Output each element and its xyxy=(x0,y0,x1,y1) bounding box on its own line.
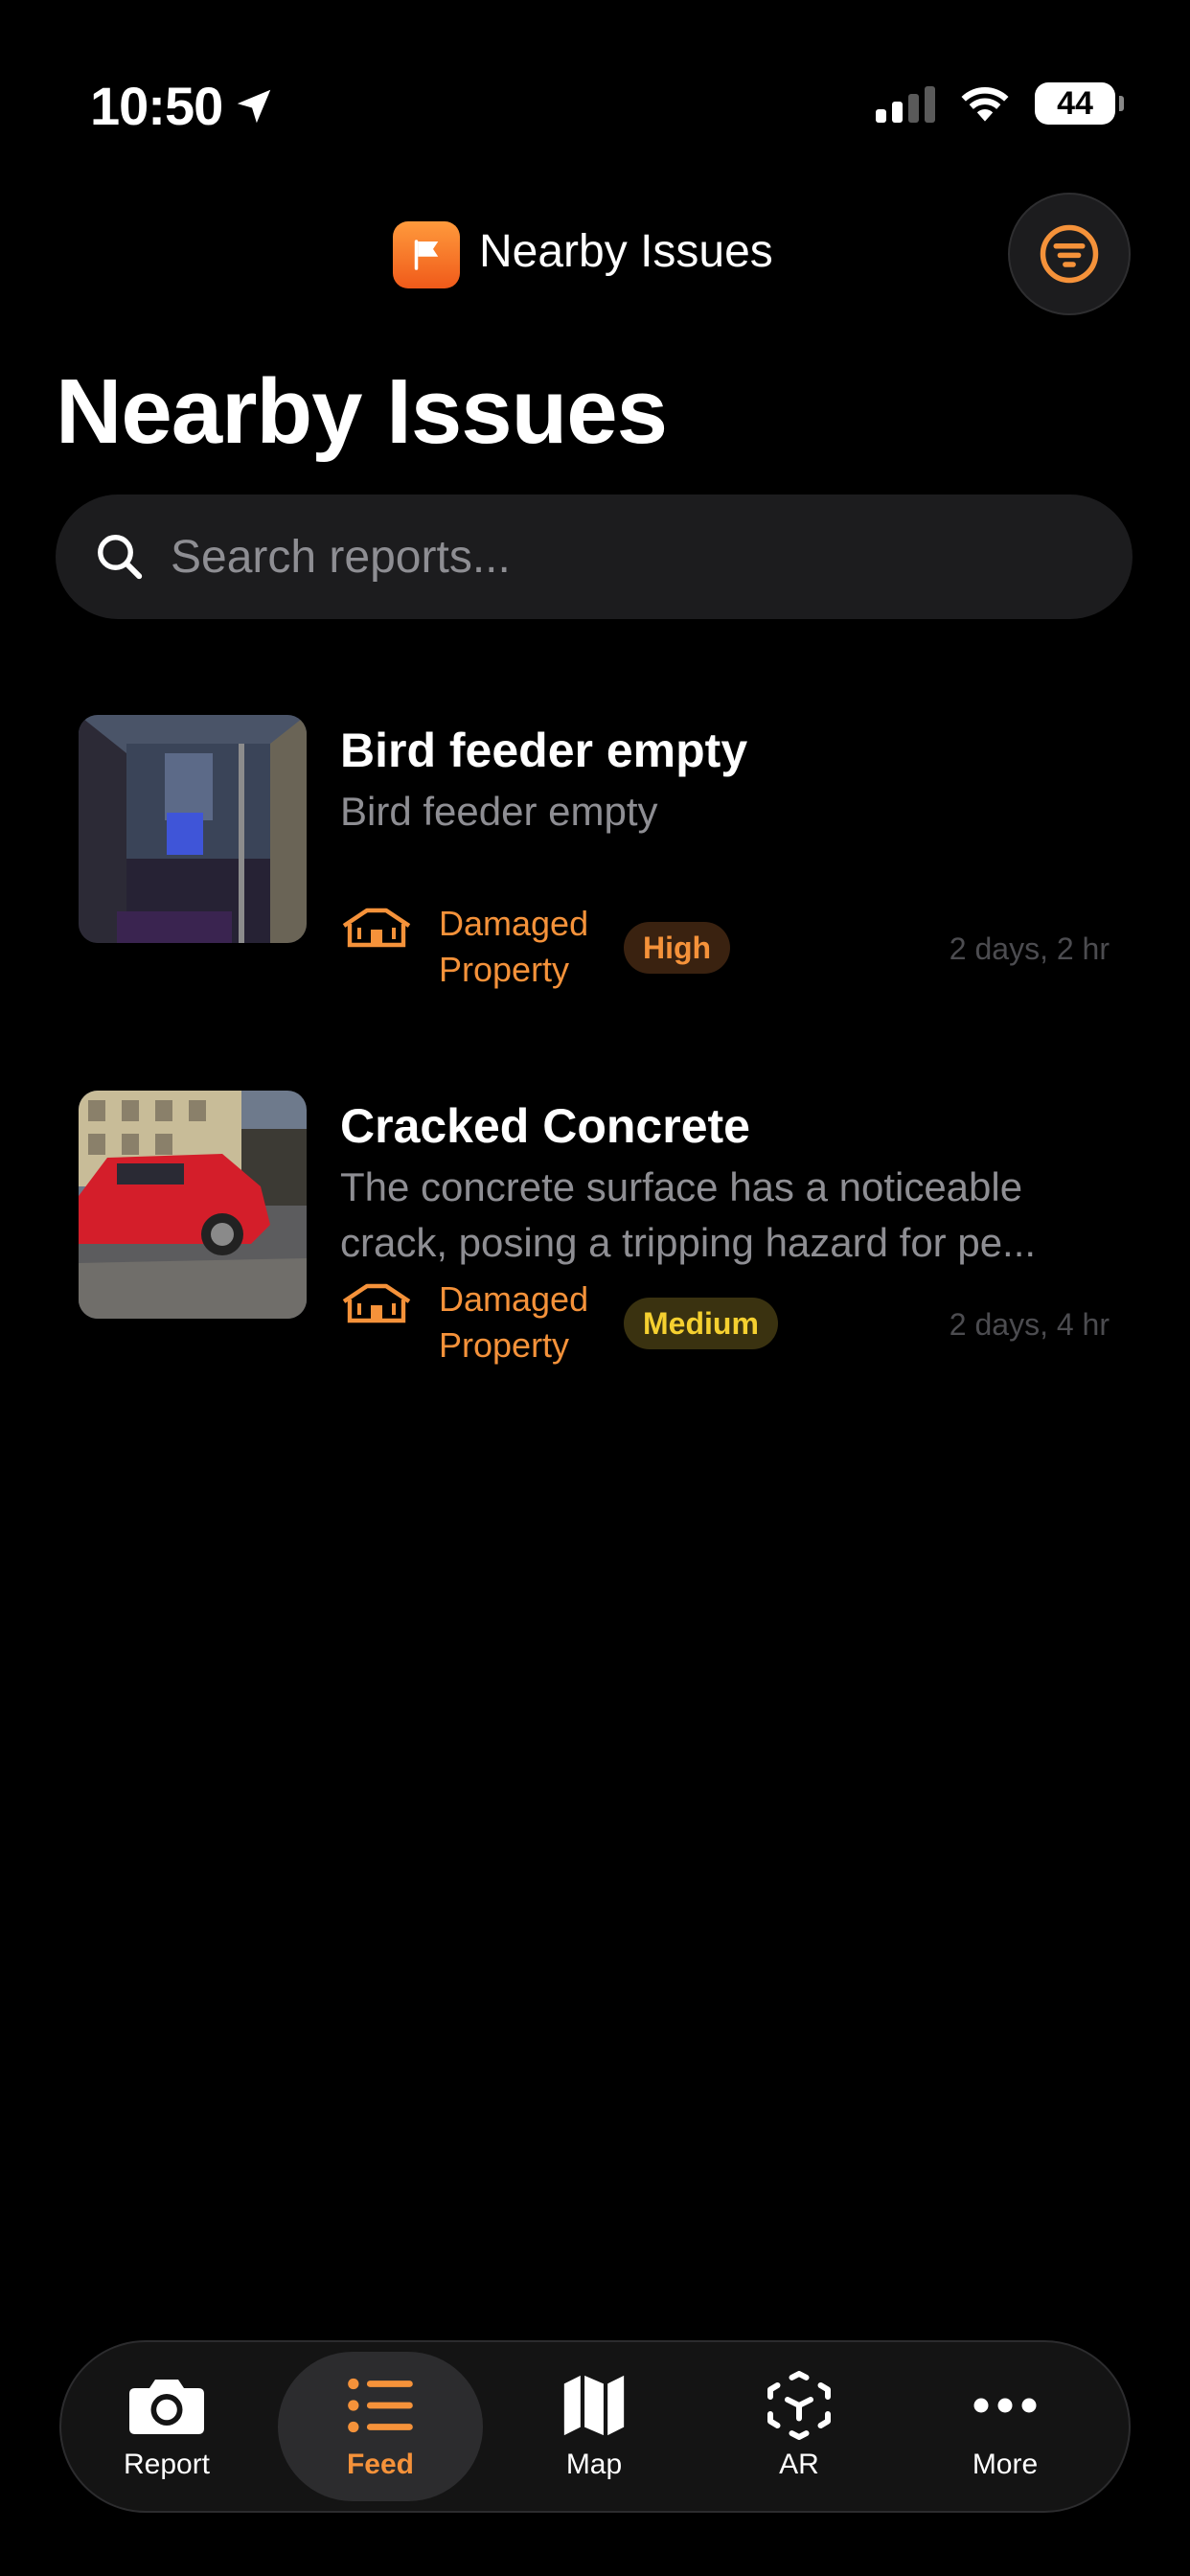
tab-label: Map xyxy=(565,2449,623,2480)
report-row[interactable]: Bird feeder empty Bird feeder empty Dama… xyxy=(0,715,1190,1002)
camera-icon xyxy=(129,2380,204,2434)
search-icon xyxy=(98,535,143,580)
wifi-icon xyxy=(961,86,1009,122)
filter-icon xyxy=(1040,224,1099,284)
report-title: Bird feeder empty xyxy=(340,724,748,777)
page-title: Nearby Issues xyxy=(56,360,668,463)
tab-map[interactable]: Map xyxy=(492,2352,697,2501)
location-arrow-icon xyxy=(237,89,271,123)
ar-cube-icon xyxy=(767,2371,831,2440)
status-indicators: 44 xyxy=(876,82,1124,125)
category-label: Damaged Property xyxy=(439,1279,589,1365)
cellular-signal-icon xyxy=(876,84,935,123)
tab-label: Feed xyxy=(346,2449,415,2480)
nav-header: Nearby Issues xyxy=(0,192,1190,326)
category-label: Damaged Property xyxy=(439,904,589,989)
flag-icon xyxy=(393,221,460,288)
filter-button[interactable] xyxy=(1008,193,1131,315)
search-bar[interactable] xyxy=(56,494,1133,619)
tab-ar[interactable]: AR xyxy=(697,2352,902,2501)
tab-bar: Report Feed Map AR More xyxy=(59,2340,1131,2513)
tab-report[interactable]: Report xyxy=(64,2352,269,2501)
report-description: The concrete surface has a noticeable cr… xyxy=(340,1164,1037,1265)
map-icon xyxy=(563,2375,625,2436)
tab-label: AR xyxy=(779,2449,819,2480)
status-bar: 10:50 44 xyxy=(0,0,1190,192)
status-time: 10:50 xyxy=(90,76,223,136)
report-title: Cracked Concrete xyxy=(340,1099,750,1153)
report-thumbnail xyxy=(79,715,307,943)
tab-label: More xyxy=(972,2449,1039,2480)
tab-more[interactable]: More xyxy=(903,2352,1108,2501)
search-input[interactable] xyxy=(169,529,1133,585)
report-description: Bird feeder empty xyxy=(340,789,658,834)
battery-level: 44 xyxy=(1057,84,1093,122)
screen: 10:50 44 Nearby Issues Nearby Issues Sea… xyxy=(0,0,1190,2576)
status-time-group: 10:50 xyxy=(90,75,276,137)
damaged-house-icon xyxy=(342,1283,411,1323)
ellipsis-icon xyxy=(973,2398,1037,2413)
timestamp: 2 days, 2 hr xyxy=(949,932,1110,966)
timestamp: 2 days, 4 hr xyxy=(949,1307,1110,1342)
priority-badge: Medium xyxy=(624,1298,778,1349)
battery-icon: 44 xyxy=(1035,82,1124,125)
report-row[interactable]: Cracked Concrete The concrete surface ha… xyxy=(0,1091,1190,1378)
report-thumbnail xyxy=(79,1091,307,1319)
tab-feed[interactable]: Feed xyxy=(278,2352,483,2501)
priority-badge: High xyxy=(624,922,731,974)
list-icon xyxy=(348,2378,413,2433)
damaged-house-icon xyxy=(342,908,411,948)
tab-label: Report xyxy=(123,2449,211,2480)
nav-title: Nearby Issues xyxy=(479,226,773,277)
